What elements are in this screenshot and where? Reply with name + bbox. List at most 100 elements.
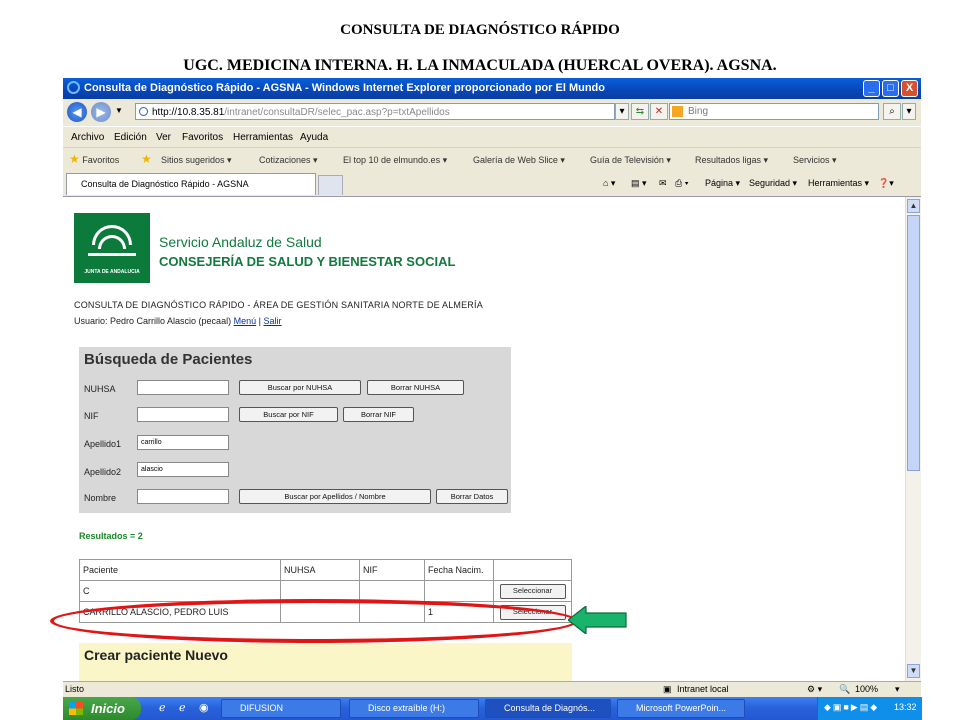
zoom-dropdown-icon[interactable]: ▾: [895, 684, 900, 695]
ie-icon: [67, 81, 80, 94]
help-icon[interactable]: ❓▾: [878, 178, 894, 189]
refresh-icon[interactable]: ⇆: [631, 103, 649, 120]
pointer-arrow-icon: [568, 606, 627, 634]
scroll-down-icon[interactable]: ▼: [907, 664, 920, 678]
minimize-button[interactable]: _: [863, 80, 880, 97]
protected-mode-icon[interactable]: ⚙ ▾: [807, 684, 822, 695]
menu-archivo[interactable]: Archivo: [71, 132, 104, 143]
task-powerpoint[interactable]: Microsoft PowerPoin...: [617, 699, 745, 718]
tab-consulta[interactable]: Consulta de Diagnóstico Rápido - AGSNA: [66, 173, 316, 195]
table-header-row: Paciente NUHSA NIF Fecha Nacim.: [79, 559, 572, 581]
new-tab-button[interactable]: [318, 175, 343, 195]
col-action: [493, 559, 572, 581]
menu-ver[interactable]: Ver: [156, 132, 171, 143]
fav-sitios-sugeridos[interactable]: Sitios sugeridos ▾: [161, 155, 232, 166]
back-button[interactable]: ◀: [67, 102, 87, 122]
favorites-bar: ★ Favoritos ★ Sitios sugeridos ▾ Cotizac…: [63, 147, 921, 172]
menu-edicion[interactable]: Edición: [114, 132, 147, 143]
cmd-seguridad[interactable]: Seguridad ▾: [749, 178, 797, 189]
scroll-thumb[interactable]: [907, 215, 920, 471]
fav-servicios[interactable]: Servicios ▾: [793, 155, 837, 166]
task-consulta[interactable]: Consulta de Diagnós...: [485, 699, 611, 718]
tray-icons[interactable]: ◆▣■▶▤◆: [824, 702, 879, 713]
window-titlebar[interactable]: Consulta de Diagnóstico Rápido - AGSNA -…: [63, 78, 921, 99]
url-input[interactable]: http://10.8.35.81/intranet/consultaDR/se…: [135, 103, 615, 120]
fav-top10[interactable]: El top 10 de elmundo.es ▾: [343, 155, 447, 166]
start-button[interactable]: Inicio: [63, 697, 141, 720]
mail-icon[interactable]: ✉: [659, 178, 667, 189]
nombre-label: Nombre: [84, 493, 117, 503]
search-input[interactable]: Bing: [669, 103, 879, 120]
menu-bar: Archivo Edición Ver Favoritos Herramient…: [63, 126, 921, 147]
zoom-icon[interactable]: 🔍: [839, 684, 850, 695]
borrar-nif-button[interactable]: Borrar NIF: [343, 407, 414, 422]
url-path: /intranet/consultaDR/selec_pac.asp?p=txt…: [224, 107, 450, 118]
feeds-icon[interactable]: ▤ ▾: [631, 178, 647, 189]
history-dropdown-icon[interactable]: ▼: [115, 106, 123, 115]
task-disco-extraible[interactable]: Disco extraíble (H:): [349, 699, 479, 718]
quicklaunch-ie-icon[interactable]: ℯ: [159, 701, 166, 714]
search-placeholder: Bing: [688, 106, 709, 117]
col-fecha: Fecha Nacim.: [424, 559, 494, 581]
search-options-icon[interactable]: ▾: [902, 103, 916, 120]
forward-button[interactable]: ▶: [91, 102, 111, 122]
slide-subtitle: UGC. MEDICINA INTERNA. H. LA INMACULADA …: [183, 57, 777, 74]
windows-logo-icon: [69, 702, 83, 715]
maximize-button[interactable]: □: [882, 80, 899, 97]
apellido1-input[interactable]: carrillo: [137, 435, 229, 450]
menu-ayuda[interactable]: Ayuda: [300, 132, 328, 143]
task-difusion[interactable]: DIFUSION: [221, 699, 341, 718]
menu-herramientas[interactable]: Herramientas: [233, 132, 293, 143]
cmd-herramientas[interactable]: Herramientas ▾: [808, 178, 869, 189]
results-count: Resultados = 2: [79, 531, 143, 541]
borrar-datos-button[interactable]: Borrar Datos: [436, 489, 508, 504]
favorites-star-icon: ★: [69, 152, 80, 166]
menu-link[interactable]: Menú: [234, 316, 257, 326]
fav-guia-tv[interactable]: Guía de Televisión ▾: [590, 155, 671, 166]
menu-favoritos[interactable]: Favoritos: [182, 132, 223, 143]
close-button[interactable]: X: [901, 80, 918, 97]
fav-resultados-ligas[interactable]: Resultados ligas ▾: [695, 155, 768, 166]
quicklaunch-ie2-icon[interactable]: ℯ: [179, 701, 186, 714]
clock: 13:32: [894, 702, 917, 712]
address-bar-row: ◀ ▶ ▼ http://10.8.35.81/intranet/consult…: [63, 99, 921, 126]
zone-text: Intranet local: [677, 684, 729, 694]
nif-input[interactable]: [137, 407, 229, 422]
borrar-nuhsa-button[interactable]: Borrar NUHSA: [367, 380, 464, 395]
cmd-pagina[interactable]: Página ▾: [705, 178, 740, 189]
buscar-nif-button[interactable]: Buscar por NIF: [239, 407, 338, 422]
cell-nif: [359, 580, 425, 602]
create-patient-panel: Crear paciente Nuevo: [79, 643, 572, 681]
buscar-apellidos-button[interactable]: Buscar por Apellidos / Nombre: [239, 489, 431, 504]
buscar-nuhsa-button[interactable]: Buscar por NUHSA: [239, 380, 361, 395]
fav-web-slice[interactable]: Galería de Web Slice ▾: [473, 155, 565, 166]
status-bar: Listo ▣ Intranet local ⚙ ▾ 🔍 100% ▾: [63, 681, 921, 697]
junta-andalucia-logo: JUNTA DE ANDALUCIA: [74, 213, 150, 283]
fav-cotizaciones[interactable]: Cotizaciones ▾: [259, 155, 318, 166]
seleccionar-button[interactable]: Seleccionar: [499, 583, 566, 599]
add-favorites-icon[interactable]: ★: [141, 152, 152, 166]
favorites-button[interactable]: ★ Favoritos: [69, 152, 119, 166]
url-dropdown-icon[interactable]: ▾: [615, 103, 629, 120]
apellido2-input[interactable]: alascio: [137, 462, 229, 477]
user-info: Usuario: Pedro Carrillo Alascio (pecaal): [74, 316, 232, 326]
quicklaunch-media-icon[interactable]: ◉: [199, 701, 209, 714]
slide-title: CONSULTA DE DIAGNÓSTICO RÁPIDO: [340, 22, 620, 38]
nuhsa-label: NUHSA: [84, 384, 116, 394]
logo-text: JUNTA DE ANDALUCIA: [84, 269, 140, 275]
apellido2-label: Apellido2: [84, 467, 122, 477]
favorites-label: Favoritos: [82, 155, 120, 165]
stop-icon[interactable]: ✕: [650, 103, 668, 120]
home-icon[interactable]: ⌂ ▾: [603, 178, 615, 189]
search-button-icon[interactable]: ⌕: [883, 103, 901, 120]
zoom-level[interactable]: 100%: [855, 684, 878, 694]
nuhsa-input[interactable]: [137, 380, 229, 395]
url-host: http://10.8.35.81: [152, 107, 225, 118]
page-icon: [139, 107, 148, 116]
bing-icon: [672, 106, 683, 117]
nombre-input[interactable]: [137, 489, 229, 504]
exit-link[interactable]: Salir: [263, 316, 281, 326]
vertical-scrollbar[interactable]: ▲ ▼: [905, 197, 921, 681]
scroll-up-icon[interactable]: ▲: [907, 199, 920, 213]
print-icon[interactable]: ⎙ ▾: [675, 178, 688, 189]
